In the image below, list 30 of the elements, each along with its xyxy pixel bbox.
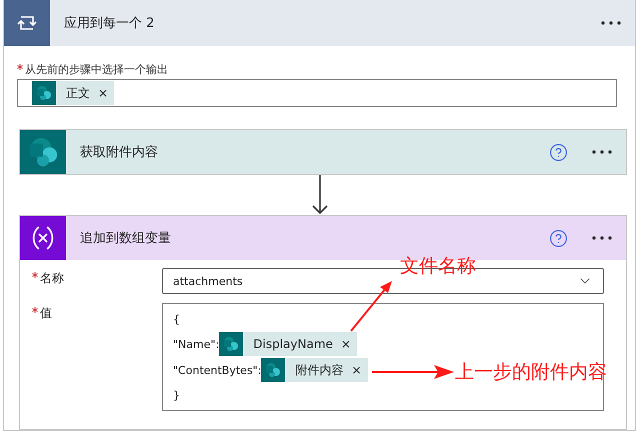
sharepoint-icon	[265, 362, 282, 378]
expression-text: "Name":	[173, 338, 220, 350]
remove-token-button[interactable]: ×	[98, 86, 108, 100]
sharepoint-icon	[223, 336, 240, 352]
action-title: 获取附件内容	[79, 144, 159, 161]
help-icon[interactable]	[549, 142, 568, 162]
more-icon[interactable]	[592, 150, 612, 154]
expression-text: "ContentBytes":	[173, 364, 262, 376]
remove-token-button[interactable]: ×	[351, 363, 362, 377]
field-label: 值	[32, 303, 162, 322]
annotation-arrow	[350, 280, 394, 332]
dynamic-content-token[interactable]: 正文 ×	[32, 81, 114, 105]
output-field[interactable]: 正文 ×	[17, 79, 617, 107]
expression-text: }	[173, 388, 180, 402]
action-title: 追加到数组变量	[79, 230, 172, 247]
help-icon[interactable]	[549, 228, 568, 248]
remove-token-button[interactable]: ×	[340, 337, 351, 351]
arrow-connector	[312, 175, 328, 215]
annotation-text: 上一步的附件内容	[455, 360, 607, 385]
field-label: 从先前的步骤中选择一个输出	[17, 62, 617, 77]
loop-title: 应用到每一个 2	[63, 15, 156, 32]
loop-icon	[16, 14, 38, 32]
expression-text: {	[173, 312, 180, 326]
field-label: 名称	[32, 268, 162, 287]
dynamic-content-token[interactable]: 附件内容 ×	[261, 358, 368, 382]
sharepoint-icon	[36, 85, 52, 101]
more-icon[interactable]	[601, 21, 621, 25]
sharepoint-icon	[28, 137, 58, 167]
dynamic-content-token[interactable]: DisplayName ×	[219, 332, 357, 356]
more-icon[interactable]	[592, 236, 612, 240]
